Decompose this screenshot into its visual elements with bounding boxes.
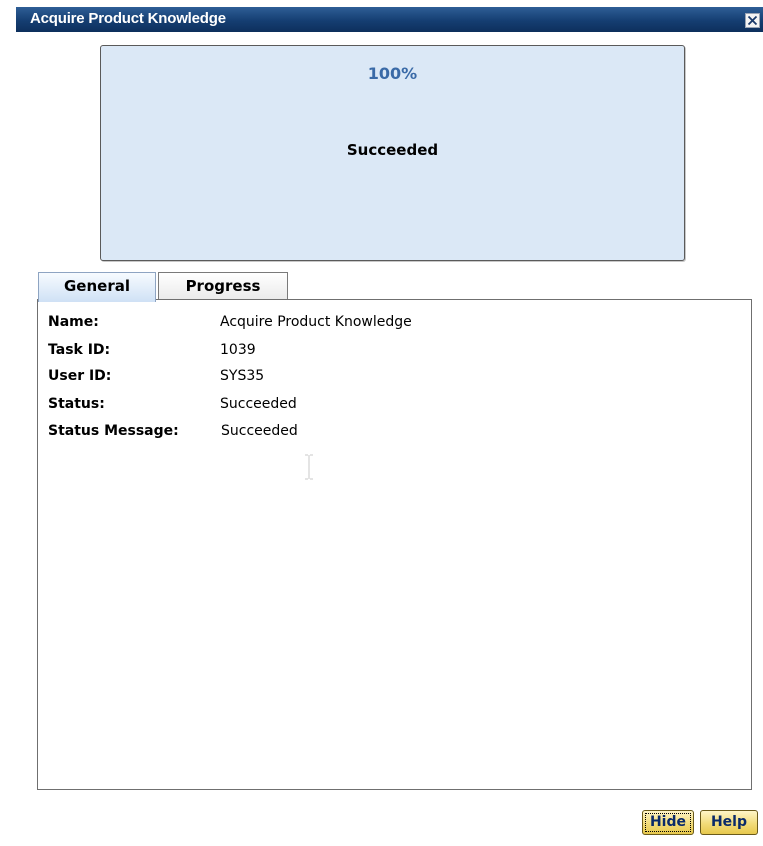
text-cursor-icon xyxy=(305,454,313,480)
field-label: User ID: xyxy=(48,368,112,384)
tab-general[interactable]: General xyxy=(38,272,156,302)
hide-button[interactable]: Hide xyxy=(642,810,694,835)
dialog-title: Acquire Product Knowledge xyxy=(30,10,226,27)
progress-panel: 100% Succeeded xyxy=(100,45,685,261)
help-button[interactable]: Help xyxy=(700,810,758,835)
field-label: Status: xyxy=(48,396,105,412)
progress-percent: 100% xyxy=(367,64,418,83)
field-label: Task ID: xyxy=(48,342,111,358)
field-value: Succeeded xyxy=(220,396,297,412)
field-value: 1039 xyxy=(220,342,256,358)
tab-progress[interactable]: Progress xyxy=(158,272,288,300)
close-icon xyxy=(747,15,758,26)
field-value: SYS35 xyxy=(220,368,265,384)
dialog-titlebar: Acquire Product Knowledge xyxy=(16,7,763,32)
field-value: Succeeded xyxy=(221,423,298,439)
close-button[interactable] xyxy=(745,13,760,28)
general-tab-panel: Name: Acquire Product Knowledge Task ID:… xyxy=(37,299,752,790)
progress-status: Succeeded xyxy=(346,141,439,159)
field-value: Acquire Product Knowledge xyxy=(220,314,412,330)
field-label: Name: xyxy=(48,314,99,330)
field-label: Status Message: xyxy=(48,423,179,439)
